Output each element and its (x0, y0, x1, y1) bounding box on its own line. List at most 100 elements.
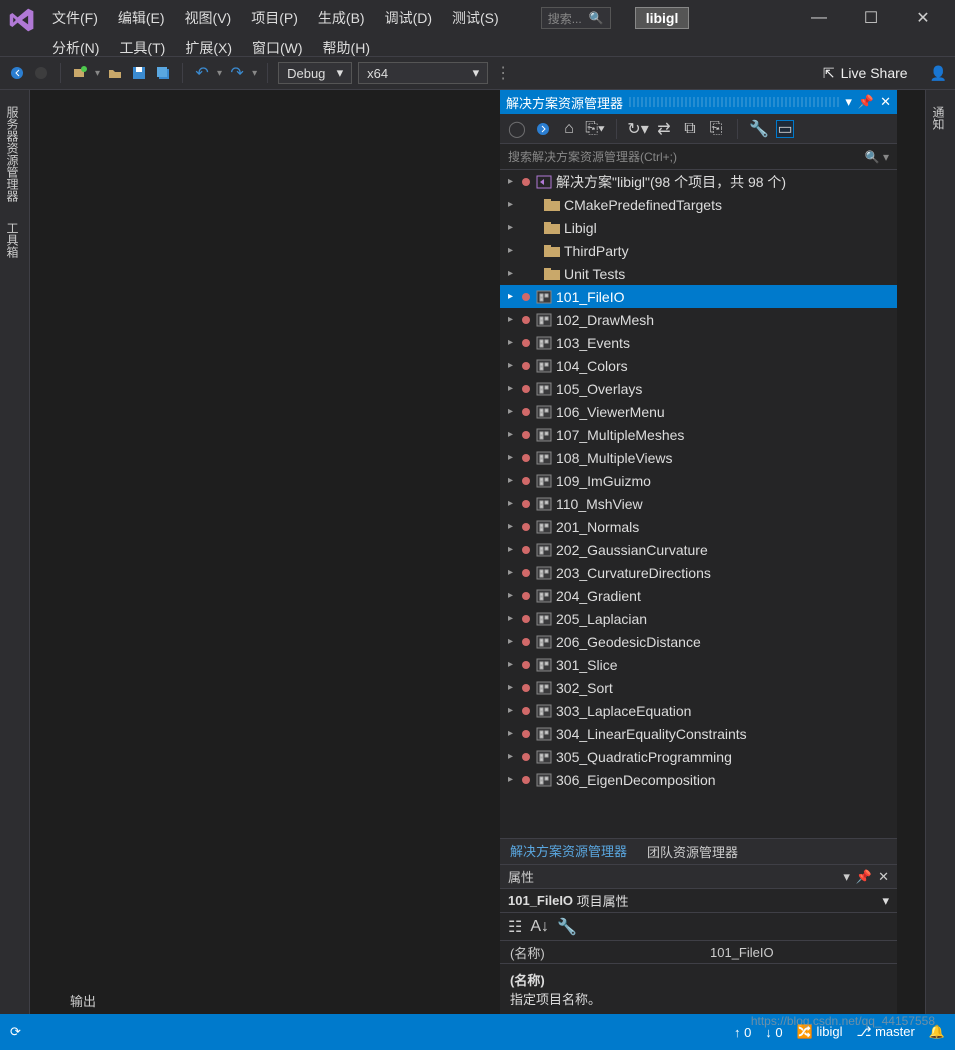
project-node[interactable]: ▸304_LinearEqualityConstraints (500, 722, 897, 745)
undo-icon[interactable]: ↶ (193, 64, 211, 82)
project-node[interactable]: ▸305_QuadraticProgramming (500, 745, 897, 768)
menu-help[interactable]: 帮助(H) (315, 34, 378, 62)
close-button[interactable]: ✕ (907, 6, 939, 30)
alphabetical-icon[interactable]: A↓ (530, 918, 549, 936)
preview-icon[interactable]: ▭ (776, 120, 794, 138)
prop-dropdown-icon[interactable]: ▾ (843, 869, 850, 885)
menu-file[interactable]: 文件(F) (44, 4, 106, 32)
menu-row-1: 文件(F) 编辑(E) 视图(V) 项目(P) 生成(B) 调试(D) 测试(S… (44, 2, 947, 34)
status-branch[interactable]: ⎇ master (856, 1024, 914, 1040)
prop-key: (名称) (510, 943, 710, 962)
prop-wrench-icon[interactable]: 🔧 (557, 917, 577, 937)
project-node[interactable]: ▸104_Colors (500, 354, 897, 377)
project-node[interactable]: ▸202_GaussianCurvature (500, 538, 897, 561)
solution-tree[interactable]: ▸解决方案"libigl"(98 个项目，共 98 个)▸CMakePredef… (500, 170, 897, 838)
menu-debug[interactable]: 调试(D) (377, 4, 440, 32)
solution-name-label[interactable]: libigl (635, 7, 690, 29)
save-icon[interactable] (130, 64, 148, 82)
project-node[interactable]: ▸110_MshView (500, 492, 897, 515)
project-node[interactable]: ▸109_ImGuizmo (500, 469, 897, 492)
prop-desc-body: 指定项目名称。 (510, 989, 887, 1008)
overflow-icon[interactable]: ⋮ (494, 64, 512, 82)
menu-analyze[interactable]: 分析(N) (44, 34, 107, 62)
project-node[interactable]: ▸105_Overlays (500, 377, 897, 400)
menu-project[interactable]: 项目(P) (243, 4, 306, 32)
project-node[interactable]: ▸107_MultipleMeshes (500, 423, 897, 446)
live-share-icon[interactable]: ⇱ (823, 65, 835, 82)
copy-icon[interactable]: ⎘ (707, 120, 725, 138)
menu-row-2: 分析(N) 工具(T) 扩展(X) 窗口(W) 帮助(H) (44, 34, 947, 62)
search-box[interactable]: 搜索... 🔍 (541, 7, 611, 29)
project-node[interactable]: ▸306_EigenDecomposition (500, 768, 897, 791)
exp-forward-icon[interactable] (534, 120, 552, 138)
exp-back-icon[interactable]: ◯ (508, 120, 526, 138)
collapse-icon[interactable]: ⇄ (655, 120, 673, 138)
folder-node[interactable]: ▸ThirdParty (500, 239, 897, 262)
prop-close-icon[interactable]: ✕ (878, 869, 889, 885)
folder-node[interactable]: ▸CMakePredefinedTargets (500, 193, 897, 216)
open-icon[interactable] (106, 64, 124, 82)
forward-icon[interactable] (32, 64, 50, 82)
project-node[interactable]: ▸101_FileIO (500, 285, 897, 308)
output-tab[interactable]: 输出 (70, 991, 96, 1010)
prop-pin-icon[interactable]: 📌 (856, 869, 872, 885)
project-node[interactable]: ▸206_GeodesicDistance (500, 630, 897, 653)
sync-view-icon[interactable]: ⎘▾ (586, 120, 604, 138)
back-icon[interactable] (8, 64, 26, 82)
feedback-icon[interactable]: 👤 (930, 65, 947, 82)
explorer-search[interactable]: 搜索解决方案资源管理器(Ctrl+;) 🔍 ▾ (500, 144, 897, 170)
prop-desc-head: (名称) (510, 970, 887, 989)
menu-tools[interactable]: 工具(T) (111, 34, 173, 62)
pin-icon[interactable]: 📌 (858, 94, 874, 110)
folder-node[interactable]: ▸Libigl (500, 216, 897, 239)
tab-team-explorer[interactable]: 团队资源管理器 (637, 838, 748, 865)
status-bell-icon[interactable]: 🔔 (929, 1024, 945, 1040)
notifications-tab[interactable]: 通知 (926, 100, 951, 136)
status-repo[interactable]: 🔀 libigl (797, 1024, 843, 1040)
project-node[interactable]: ▸203_CurvatureDirections (500, 561, 897, 584)
project-node[interactable]: ▸302_Sort (500, 676, 897, 699)
status-down-icon[interactable]: ↓ 0 (765, 1025, 782, 1040)
folder-node[interactable]: ▸Unit Tests (500, 262, 897, 285)
save-all-icon[interactable] (154, 64, 172, 82)
redo-icon[interactable]: ↷ (228, 64, 246, 82)
project-node[interactable]: ▸303_LaplaceEquation (500, 699, 897, 722)
maximize-button[interactable]: ☐ (855, 6, 887, 30)
toolbox-tab[interactable]: 工具箱 (0, 216, 25, 264)
project-node[interactable]: ▸205_Laplacian (500, 607, 897, 630)
server-explorer-tab[interactable]: 服务器资源管理器 (0, 100, 25, 208)
explorer-title-bar[interactable]: 解决方案资源管理器 ▾ 📌 ✕ (500, 90, 897, 114)
status-up-icon[interactable]: ↑ 0 (734, 1025, 751, 1040)
solution-node[interactable]: ▸解决方案"libigl"(98 个项目，共 98 个) (500, 170, 897, 193)
project-node[interactable]: ▸103_Events (500, 331, 897, 354)
prop-row-name[interactable]: (名称) 101_FileIO (500, 941, 897, 963)
project-node[interactable]: ▸108_MultipleViews (500, 446, 897, 469)
project-node[interactable]: ▸204_Gradient (500, 584, 897, 607)
config-combo[interactable]: Debug▾ (278, 62, 352, 84)
tab-solution-explorer[interactable]: 解决方案资源管理器 (500, 837, 637, 866)
project-node[interactable]: ▸301_Slice (500, 653, 897, 676)
properties-icon[interactable]: 🔧 (750, 120, 768, 138)
live-share-button[interactable]: Live Share (841, 65, 908, 81)
menu-test[interactable]: 测试(S) (444, 4, 507, 32)
new-project-icon[interactable] (71, 64, 89, 82)
prop-combo-caret-icon[interactable]: ▾ (882, 893, 889, 909)
explorer-search-icon: 🔍 ▾ (865, 150, 889, 164)
menu-window[interactable]: 窗口(W) (244, 34, 311, 62)
home-icon[interactable]: ⌂ (560, 120, 578, 138)
menu-build[interactable]: 生成(B) (310, 4, 373, 32)
menu-extensions[interactable]: 扩展(X) (177, 34, 240, 62)
platform-combo[interactable]: x64▾ (358, 62, 488, 84)
project-node[interactable]: ▸102_DrawMesh (500, 308, 897, 331)
show-all-icon[interactable]: ⧉ (681, 120, 699, 138)
project-node[interactable]: ▸106_ViewerMenu (500, 400, 897, 423)
refresh-icon[interactable]: ↻▾ (629, 120, 647, 138)
dropdown-icon[interactable]: ▾ (845, 94, 852, 110)
panel-close-icon[interactable]: ✕ (880, 94, 891, 110)
categorized-icon[interactable]: ☷ (508, 917, 522, 937)
prop-value: 101_FileIO (710, 945, 774, 960)
project-node[interactable]: ▸201_Normals (500, 515, 897, 538)
menu-edit[interactable]: 编辑(E) (110, 4, 173, 32)
minimize-button[interactable]: ― (803, 6, 835, 30)
menu-view[interactable]: 视图(V) (177, 4, 240, 32)
